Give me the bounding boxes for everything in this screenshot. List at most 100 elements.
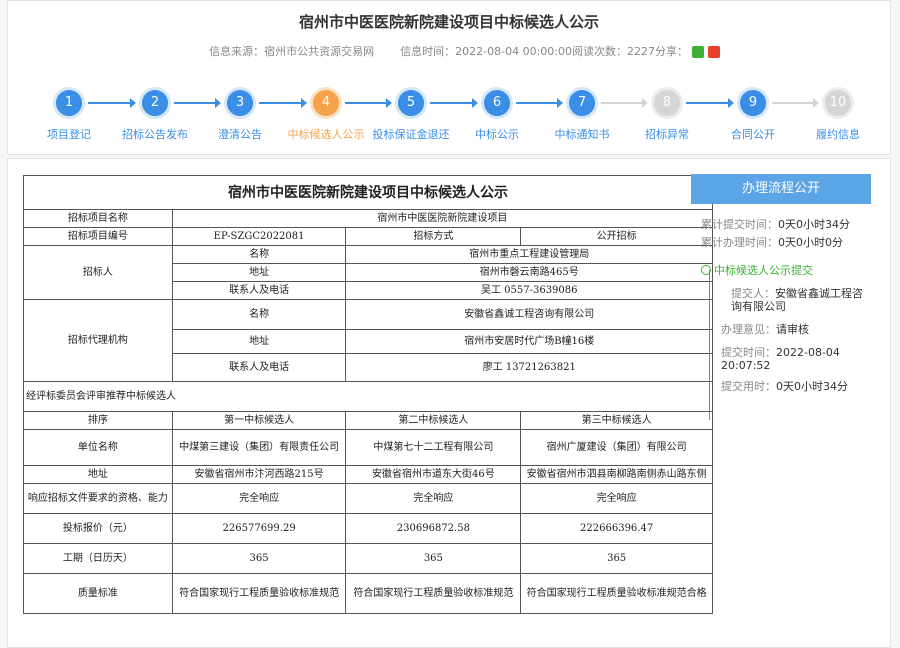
process-steps: 1 项目登记 2 招标公告发布 3 澄清公告 4 中标候选人公示 5 投标保证金退还 6 中标公示 7 中… xyxy=(8,87,890,147)
step-number: 2 xyxy=(139,87,171,119)
time-value: 2022-08-04 00:00:00 xyxy=(455,45,572,58)
process-panel: 办理流程公开 累计提交时间：0天0小时34分 累计办理时间：0天0小时0分 中标… xyxy=(691,174,871,644)
source-value: 宿州市公共资源交易网 xyxy=(264,45,375,58)
cell: 地址 xyxy=(23,465,173,484)
cell: 365 xyxy=(520,543,713,574)
step-number: 6 xyxy=(481,87,513,119)
cell: 中煤第三建设（集团）有限责任公司 xyxy=(171,429,347,466)
cell: 联系人及电话 xyxy=(171,353,347,382)
step-label: 项目登记 xyxy=(47,128,91,141)
step-5[interactable]: 5 投标保证金退还 xyxy=(366,87,456,142)
step-number: 4 xyxy=(310,87,342,119)
cell: 地址 xyxy=(171,329,347,354)
cell: 365 xyxy=(171,543,347,574)
cell: 招标人 xyxy=(23,245,173,300)
step-label: 履约信息 xyxy=(816,128,860,141)
content-panel: 宿州市中医医院新院建设项目中标候选人公示 招标项目名称 宿州市中医医院新院建设项目… xyxy=(7,158,891,648)
cell: 联系人及电话 xyxy=(171,281,347,300)
step-label: 中标公示 xyxy=(475,128,519,141)
cell: 公开招标 xyxy=(520,227,713,246)
step-number: 1 xyxy=(53,87,85,119)
step-7[interactable]: 7 中标通知书 xyxy=(537,87,627,142)
header-panel: 宿州市中医医院新院建设项目中标候选人公示 信息来源：宿州市公共资源交易网 信息时间… xyxy=(7,0,891,155)
cell: 地址 xyxy=(171,263,347,282)
step-label: 合同公开 xyxy=(731,128,775,141)
cell: 质量标准 xyxy=(23,573,173,614)
cell: 符合国家现行工程质量验收标准规范 xyxy=(171,573,347,614)
cell: 完全响应 xyxy=(345,483,522,514)
cell: 222666396.47 xyxy=(520,513,713,544)
cell: 第三中标候选人 xyxy=(520,411,713,430)
cell: 名称 xyxy=(171,299,347,330)
cell: 吴工 0557-3639086 xyxy=(345,281,713,300)
submit-time: 提交时间：2022-08-04 20:07:52 xyxy=(721,346,840,372)
step-label: 招标异常 xyxy=(645,128,689,141)
cell: 排序 xyxy=(23,411,173,430)
cell: EP-SZGC2022081 xyxy=(171,227,347,246)
cell: 宿州市安居时代广场B幢16楼 xyxy=(345,329,713,354)
cell: 符合国家现行工程质量验收标准规范 xyxy=(345,573,522,614)
total-submit-time: 累计提交时间：0天0小时34分 xyxy=(701,218,850,231)
candidate-table: 宿州市中医医院新院建设项目中标候选人公示 招标项目名称 宿州市中医医院新院建设项目… xyxy=(23,175,714,614)
check-circle-icon xyxy=(701,265,711,275)
step-label: 招标公告发布 xyxy=(122,128,188,141)
source-label: 信息来源： xyxy=(209,45,265,58)
process-panel-title: 办理流程公开 xyxy=(691,174,871,204)
step-2[interactable]: 2 招标公告发布 xyxy=(110,87,200,142)
submit-cost: 提交用时：0天0小时34分 xyxy=(721,380,848,393)
total-handle-time: 累计办理时间：0天0小时0分 xyxy=(701,236,843,249)
cell: 226577699.29 xyxy=(171,513,347,544)
table-caption: 宿州市中医医院新院建设项目中标候选人公示 xyxy=(23,175,713,210)
cell: 中煤第七十二工程有限公司 xyxy=(345,429,522,466)
time-label: 信息时间： xyxy=(400,45,456,58)
cell: 完全响应 xyxy=(520,483,713,514)
opinion: 办理意见：请审核 xyxy=(721,323,809,336)
step-4[interactable]: 4 中标候选人公示 xyxy=(281,87,371,142)
cell: 第一中标候选人 xyxy=(171,411,347,430)
share-label: 分享： xyxy=(655,45,688,58)
cell: 招标项目名称 xyxy=(23,209,173,228)
cell: 完全响应 xyxy=(171,483,347,514)
step-number: 5 xyxy=(395,87,427,119)
step-1[interactable]: 1 项目登记 xyxy=(24,87,114,142)
cell: 安徽省宿州市道东大街46号 xyxy=(345,465,522,484)
step-number: 7 xyxy=(566,87,598,119)
cell: 第二中标候选人 xyxy=(345,411,522,430)
cell: 宿州市中医医院新院建设项目 xyxy=(171,209,714,228)
cell: 响应招标文件要求的资格、能力 xyxy=(23,483,173,514)
cell: 安徽省鑫诚工程咨询有限公司 xyxy=(345,299,713,330)
cell: 宿州市磬云南路465号 xyxy=(345,263,713,282)
step-10[interactable]: 10 履约信息 xyxy=(793,87,883,142)
cell: 230696872.58 xyxy=(345,513,522,544)
cell: 安徽省宿州市汴河西路215号 xyxy=(171,465,347,484)
wechat-share-icon[interactable] xyxy=(692,46,704,58)
step-number: 8 xyxy=(651,87,683,119)
cell: 招标代理机构 xyxy=(23,299,173,382)
cell: 365 xyxy=(345,543,522,574)
cell: 宿州市重点工程建设管理局 xyxy=(345,245,713,264)
cell: 工期（日历天） xyxy=(23,543,173,574)
cell: 招标项目编号 xyxy=(23,227,173,246)
views-label: 阅读次数： xyxy=(572,45,627,58)
weibo-share-icon[interactable] xyxy=(708,46,720,58)
cell: 经评标委员会评审推荐中标候选人 xyxy=(23,381,713,412)
step-number: 3 xyxy=(224,87,256,119)
cell: 名称 xyxy=(171,245,347,264)
step-number: 10 xyxy=(822,87,854,119)
cell: 投标报价（元） xyxy=(23,513,173,544)
step-3[interactable]: 3 澄清公告 xyxy=(195,87,285,142)
cell: 廖工 13721263821 xyxy=(345,353,713,382)
page-title: 宿州市中医医院新院建设项目中标候选人公示 xyxy=(298,13,599,31)
step-label: 中标通知书 xyxy=(554,128,610,141)
views-value: 2227 xyxy=(627,45,655,58)
cell: 单位名称 xyxy=(23,429,173,466)
submitter: 提交人：安徽省鑫诚工程咨询有限公司 xyxy=(731,287,863,313)
step-9[interactable]: 9 合同公开 xyxy=(708,87,798,142)
step-number: 9 xyxy=(737,87,769,119)
stage-title: 中标候选人公示提交 xyxy=(701,262,813,278)
step-label: 投标保证金退还 xyxy=(372,128,450,141)
step-6[interactable]: 6 中标公示 xyxy=(452,87,542,142)
step-label: 澄清公告 xyxy=(218,128,262,141)
step-label: 中标候选人公示 xyxy=(287,128,365,141)
step-8[interactable]: 8 招标异常 xyxy=(622,87,712,142)
